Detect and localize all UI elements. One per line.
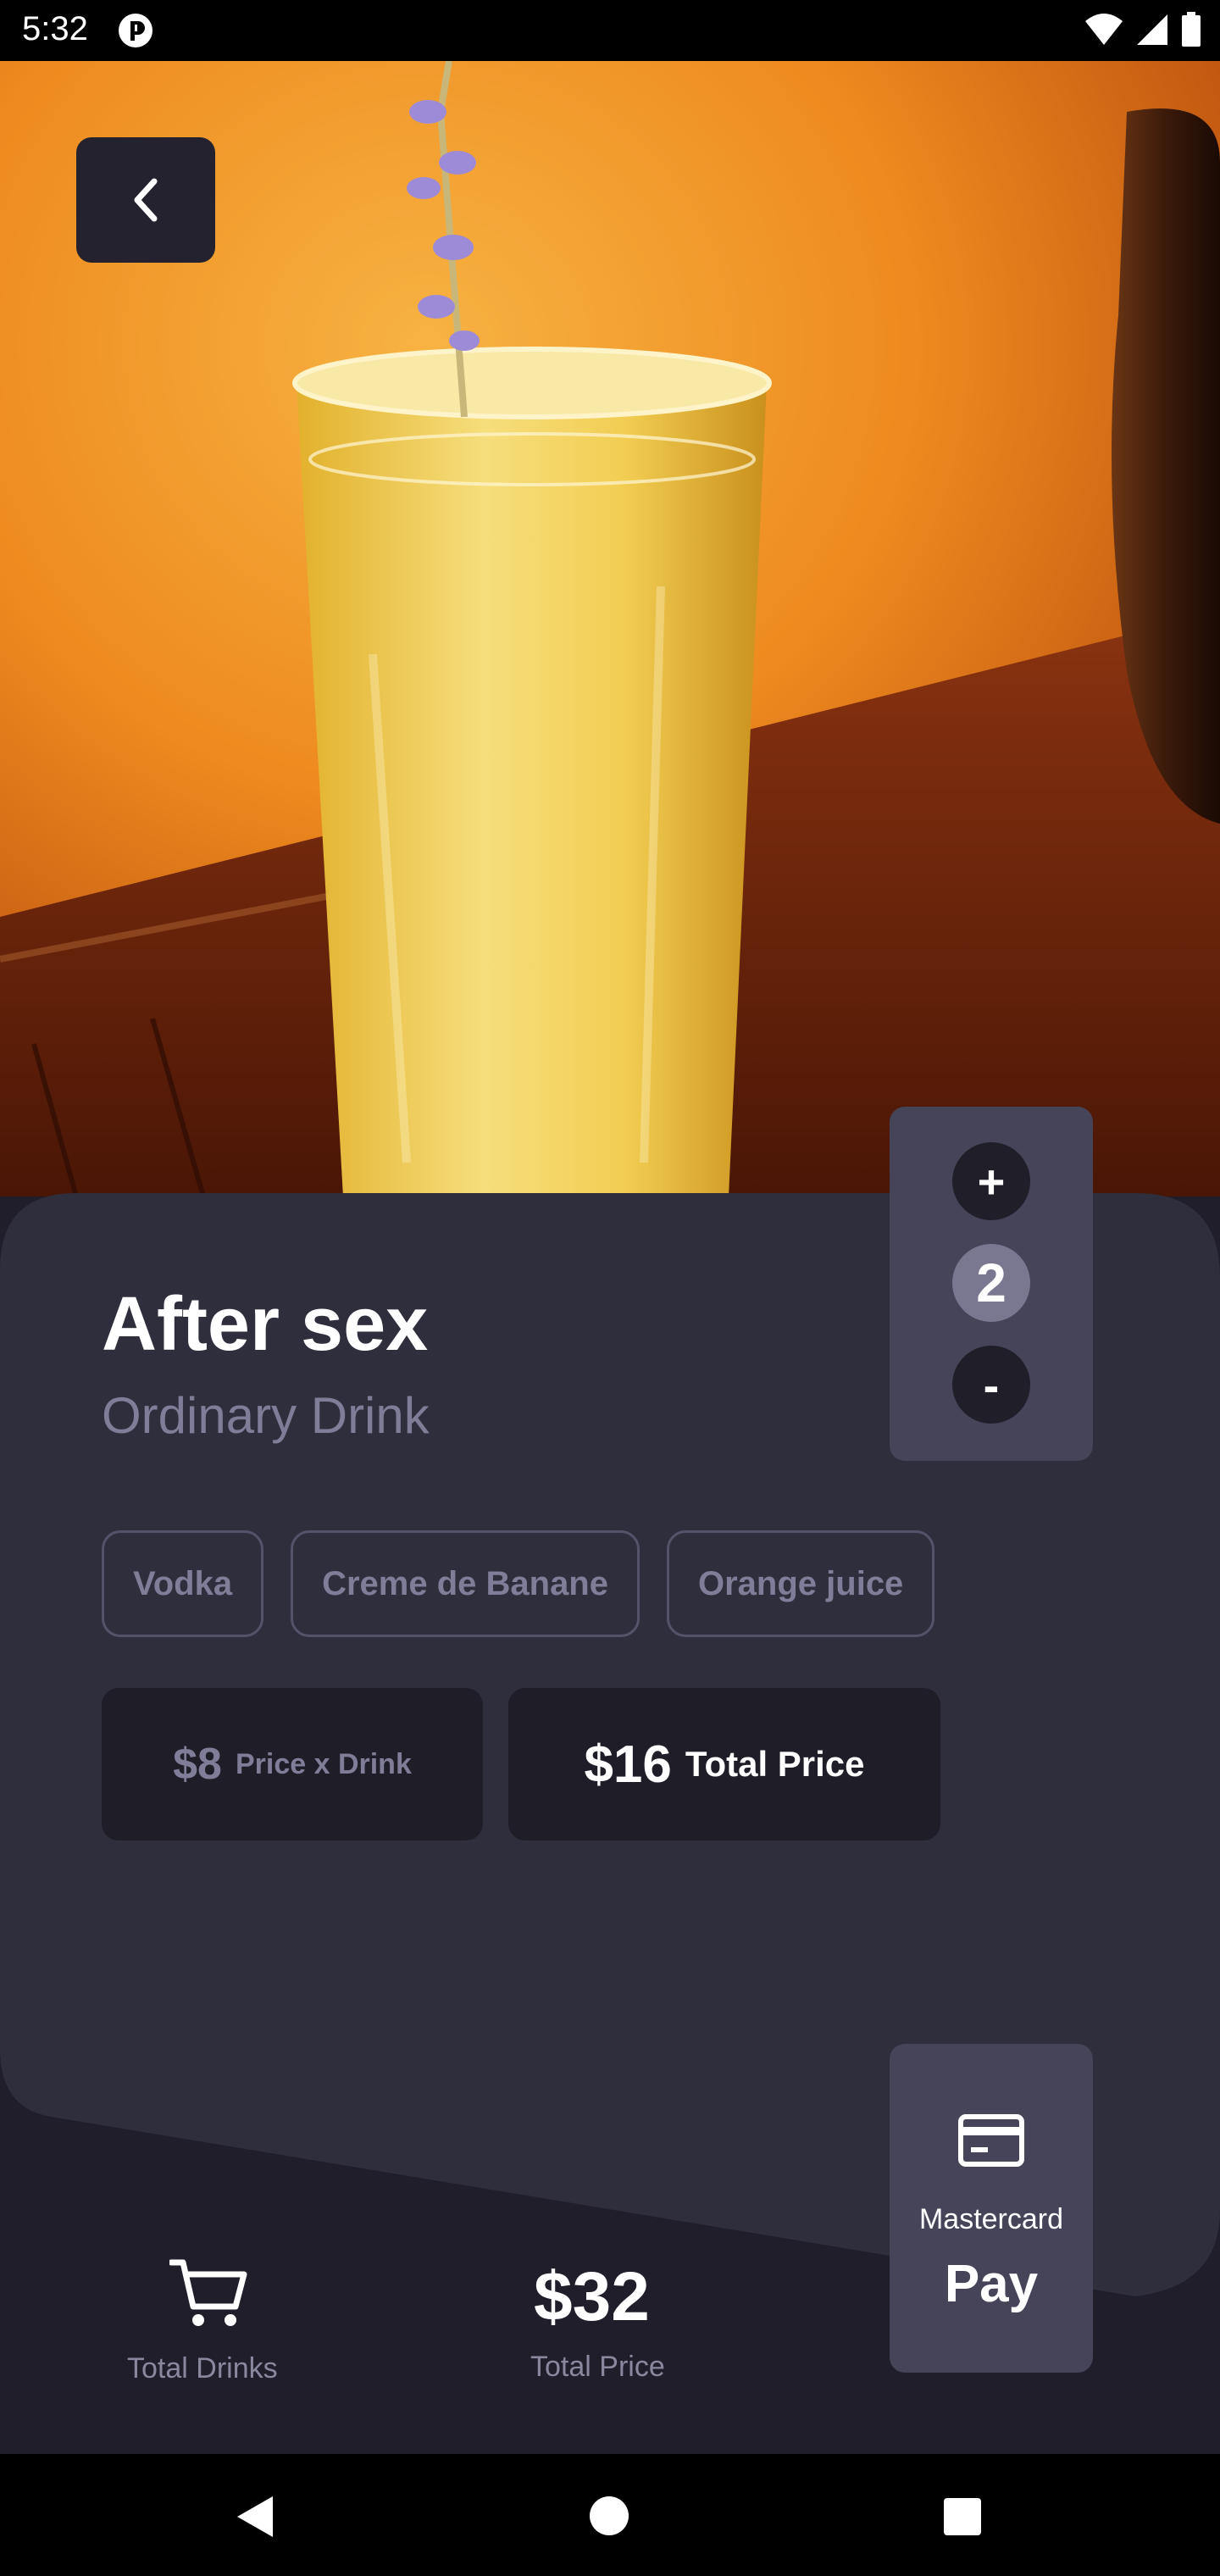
drink-title: After sex — [102, 1282, 429, 1367]
drink-category: Ordinary Drink — [102, 1387, 430, 1444]
order-total-price-label: Total Price — [530, 2351, 665, 2383]
drink-total-price-card: $16 Total Price — [508, 1688, 940, 1840]
price-per-drink-label: Price x Drink — [235, 1747, 412, 1780]
payment-method-label: Mastercard — [918, 2203, 1064, 2235]
total-drinks-label: Total Drinks — [127, 2352, 278, 2384]
app-notification-icon — [119, 14, 152, 47]
nav-recents-icon[interactable] — [944, 2498, 981, 2535]
battery-icon — [1182, 12, 1201, 47]
signal-icon — [1137, 14, 1167, 45]
back-button[interactable] — [76, 137, 215, 263]
cart-icon — [169, 2259, 247, 2326]
credit-card-icon — [958, 2114, 1024, 2167]
chevron-left-icon — [134, 178, 158, 222]
wifi-icon — [1085, 14, 1123, 45]
decrease-quantity-button[interactable]: - — [952, 1346, 1030, 1424]
pay-label: Pay — [944, 2255, 1039, 2313]
drink-total-price-label: Total Price — [685, 1744, 865, 1784]
pay-button[interactable]: Mastercard Pay — [890, 2044, 1093, 2373]
ingredient-tags: Vodka Creme de Banane Orange juice — [102, 1530, 935, 1637]
price-per-drink-value: $8 — [173, 1740, 222, 1789]
ingredient-tag: Orange juice — [667, 1530, 935, 1637]
ingredient-tag: Creme de Banane — [291, 1530, 640, 1637]
nav-home-icon[interactable] — [590, 2496, 629, 2535]
drink-total-price-value: $16 — [584, 1735, 672, 1794]
nav-back-icon[interactable] — [234, 2495, 274, 2539]
status-bar: 5:32 — [0, 0, 1220, 61]
ingredient-tag: Vodka — [102, 1530, 264, 1637]
price-per-drink-card: $8 Price x Drink — [102, 1688, 483, 1840]
navigation-bar — [0, 2454, 1220, 2576]
increase-quantity-button[interactable]: + — [952, 1142, 1030, 1220]
quantity-value: 2 — [952, 1244, 1030, 1322]
status-icons — [1084, 12, 1201, 47]
quantity-stepper: + 2 - — [890, 1107, 1093, 1461]
status-time: 5:32 — [22, 10, 88, 47]
order-total-price-value: $32 — [534, 2258, 650, 2335]
